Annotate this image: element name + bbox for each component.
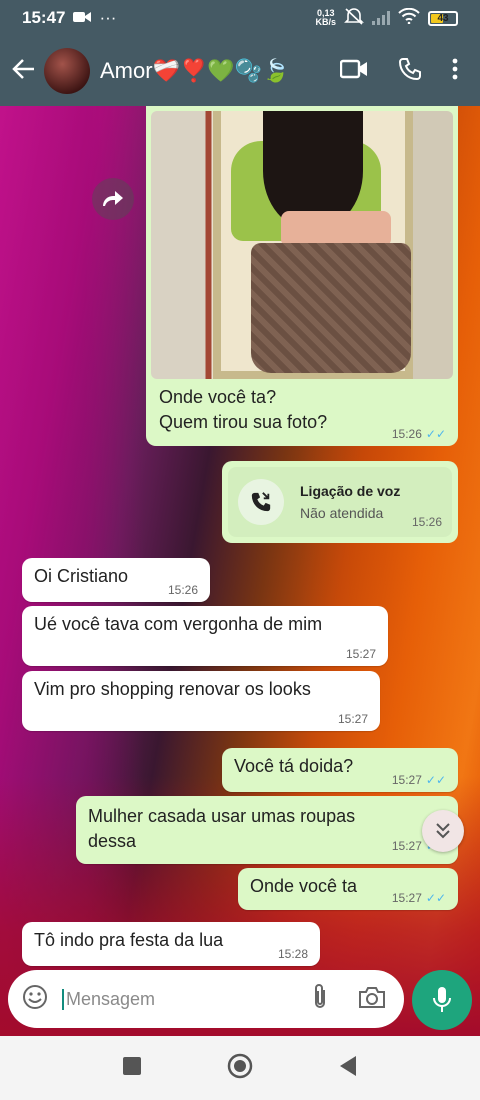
video-record-icon: [73, 8, 92, 28]
message-outgoing[interactable]: Você tá doida? 15:27 ✓✓: [222, 748, 458, 792]
status-time: 15:47: [22, 8, 66, 27]
camera-icon[interactable]: [358, 985, 386, 1014]
message-input[interactable]: Mensagem: [62, 988, 312, 1010]
forward-icon[interactable]: [92, 178, 134, 220]
message-time: 15:26 ✓✓: [391, 427, 446, 441]
message-outgoing[interactable]: Onde você ta 15:27 ✓✓: [238, 868, 458, 910]
message-time: 15:27: [345, 647, 376, 661]
signal-icon: [372, 11, 390, 25]
voice-call-icon[interactable]: [398, 57, 422, 86]
back-arrow-icon[interactable]: [4, 55, 44, 87]
message-incoming[interactable]: Ué você tava com vergonha de mim 15:27: [22, 606, 388, 666]
message-incoming[interactable]: Tô indo pra festa da lua 15:28: [22, 922, 320, 966]
chat-area[interactable]: Onde você ta? Quem tirou sua foto? 15:26…: [0, 106, 480, 1036]
avatar[interactable]: [44, 48, 90, 94]
read-ticks-icon: ✓✓: [425, 773, 446, 787]
photo-image[interactable]: [151, 111, 453, 379]
menu-more-icon[interactable]: [452, 58, 458, 85]
message-time: 15:26: [167, 583, 198, 597]
emoji-icon[interactable]: [22, 984, 48, 1015]
battery-icon: 43: [428, 10, 458, 26]
call-title: Ligação de voz: [300, 483, 401, 499]
chat-header: Amor❤️‍🩹❣️💚🫧🍃: [0, 36, 480, 106]
message-outgoing[interactable]: Mulher casada usar umas roupas dessa 15:…: [76, 796, 458, 864]
missed-call-icon: [238, 479, 284, 525]
message-time: 15:27: [337, 712, 368, 726]
video-call-icon[interactable]: [339, 59, 368, 84]
message-input-bar[interactable]: Mensagem: [8, 970, 404, 1028]
back-nav-icon[interactable]: [338, 1055, 358, 1082]
read-ticks-icon: ✓✓: [425, 427, 446, 441]
message-time: 15:26: [411, 515, 442, 529]
home-icon[interactable]: [227, 1053, 253, 1084]
contact-name[interactable]: Amor❤️‍🩹❣️💚🫧🍃: [100, 58, 340, 84]
more-notifications-icon: ···: [99, 8, 117, 27]
call-status: Não atendida: [300, 505, 384, 521]
scroll-to-bottom-button[interactable]: [422, 810, 464, 852]
message-time: 15:28: [277, 947, 308, 961]
attach-icon[interactable]: [312, 983, 328, 1016]
recents-icon[interactable]: [122, 1056, 142, 1081]
message-time: 15:27✓✓: [391, 773, 446, 787]
message-time: 15:27✓✓: [391, 891, 446, 905]
system-nav-bar: [0, 1036, 480, 1100]
message-incoming[interactable]: Vim pro shopping renovar os looks 15:27: [22, 671, 380, 731]
mute-icon: [344, 7, 364, 30]
read-ticks-icon: ✓✓: [425, 891, 446, 905]
mic-button[interactable]: [412, 970, 472, 1030]
missed-call-message[interactable]: Ligação de voz Não atendida 15:26: [222, 461, 458, 543]
message-incoming[interactable]: Oi Cristiano 15:26: [22, 558, 210, 602]
wifi-icon: [398, 7, 420, 29]
photo-message[interactable]: Onde você ta? Quem tirou sua foto? 15:26…: [146, 106, 458, 446]
network-speed: 0,13 KB/s: [315, 8, 336, 27]
status-bar: 15:47 ··· 0,13 KB/s 43: [0, 0, 480, 36]
